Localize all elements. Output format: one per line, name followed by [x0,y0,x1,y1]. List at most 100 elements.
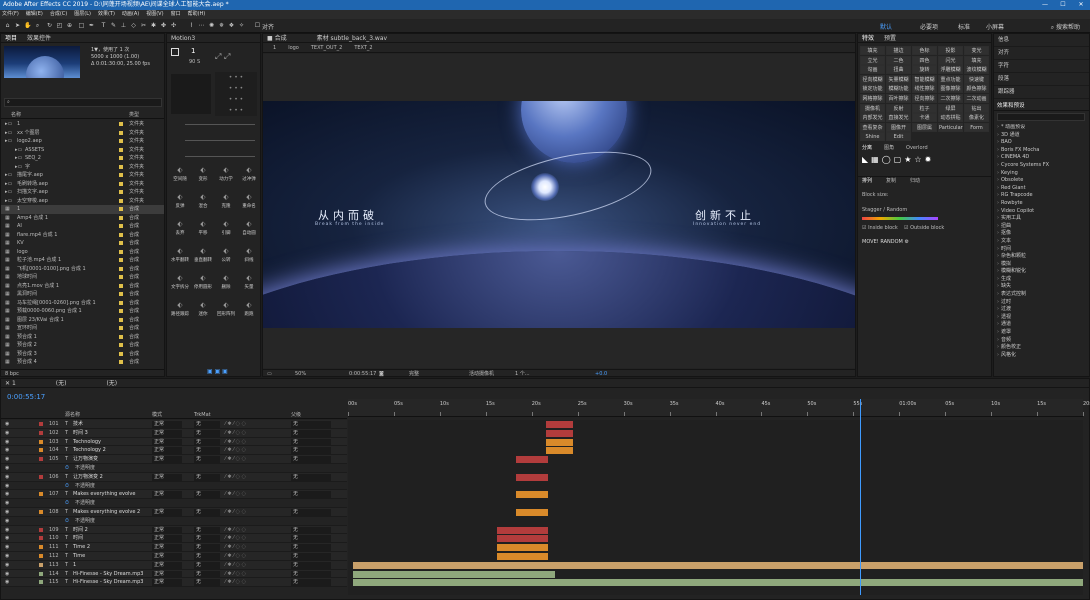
layer-duration-bar[interactable] [516,509,549,516]
label-color[interactable] [39,580,43,585]
motion-button[interactable]: ⬖ 过冲弹 [238,164,260,188]
effect-category[interactable]: 遮罩 [997,329,1087,337]
preset-button[interactable]: 反射 [886,103,911,113]
layer-row[interactable]: ◉ 110 T 时间 正常 无 ⁄ ✱ ⁄ ◌ ◌ 无 [1,534,347,544]
trkmat-select[interactable]: 无 [194,491,220,499]
mode-select[interactable]: 正常 [152,544,182,552]
trkmat-select[interactable]: 无 [194,509,220,516]
layer-name[interactable]: 时间 2 [73,526,88,535]
preset-button[interactable]: 填充 [964,55,989,65]
project-item[interactable]: ▦ 粒子池.mp4 合成 1 合成 [1,256,164,265]
bpc-label[interactable]: 8 bpc [5,371,19,377]
layer-row[interactable]: ◉ 108 T Makes everything evolve 2 正常 无 ⁄ ✱ ⁄ ◌… [1,508,347,517]
project-item[interactable]: ▸▭ xx 个图层 文件夹 [1,129,164,138]
home-icon[interactable]: ⌂ [4,22,11,29]
layer-row[interactable]: ◉ 109 T 时间 2 正常 无 ⁄ ✱ ⁄ ◌ ◌ 无 [1,525,347,535]
preset-button[interactable]: 百叶擦除 [886,94,911,103]
visibility-icon[interactable]: ◉ [5,446,9,455]
hand-tool-icon[interactable]: ✋ [24,22,31,29]
preset-button[interactable]: 填充 [860,46,885,55]
project-item[interactable]: ▸▭ 太空穿梭.aep 文件夹 [1,197,164,206]
tab-effect-controls[interactable]: 效果控件 [27,34,51,42]
label-color[interactable] [119,181,123,186]
visibility-icon[interactable]: ◉ [5,464,9,473]
visibility-icon[interactable]: ◉ [5,561,9,570]
project-item[interactable]: ▸▭ 1 文件夹 [1,120,164,129]
stopwatch-icon[interactable]: ⏱ [65,517,69,526]
preset-button[interactable]: 重点功能 [938,74,963,84]
parent-select[interactable]: 无 [291,438,331,446]
effect-category[interactable]: 抠像 [997,230,1087,238]
preset-button[interactable]: 描边 [886,46,911,55]
stopwatch-icon[interactable]: ⏱ [65,464,69,473]
label-color[interactable] [39,554,43,558]
layer-row[interactable]: ◉ 104 T Technology 2 正常 无 ⁄ ✱ ⁄ ◌ ◌ 无 [1,446,347,456]
label-color[interactable] [119,258,123,262]
label-color[interactable] [39,510,43,514]
trkmat-select[interactable]: 无 [194,438,220,446]
playhead[interactable] [859,399,861,595]
preset-button[interactable]: 矢量模糊 [886,74,911,84]
project-item[interactable]: ▦ 图层 23/KVai 合成 1 合成 [1,316,164,325]
snap-checkbox[interactable]: ☐ [254,22,261,29]
motion-tab[interactable]: Motion3 [167,34,260,43]
label-color[interactable] [39,448,43,453]
menu-item[interactable]: 图层(L) [74,10,91,19]
property-row[interactable]: ◉ ⏱ 不透明度 [1,499,347,508]
layer-name[interactable]: Technology [73,438,101,447]
motion-button[interactable]: ⬖ 迷你 [192,299,214,323]
effect-category[interactable]: 模糊和锐化 [997,268,1087,276]
motion-slider-3[interactable] [185,156,255,157]
preset-button[interactable]: 径向擦除 [912,94,937,103]
preset-button[interactable]: 投影 [938,46,963,55]
layer-name[interactable]: Hi-Finesse - Sky Dream.mp3 [73,570,143,579]
project-item[interactable]: ▦ 1 合成 [1,205,164,214]
mode-select[interactable]: 正常 [152,456,182,464]
layer-row[interactable]: ◉ 102 T 时间 3 正常 无 ⁄ ✱ ⁄ ◌ ◌ 无 [1,428,347,438]
motion-button[interactable]: ⬖ 克隆 [215,191,237,215]
label-color[interactable] [119,139,123,143]
resize-icon[interactable]: ⤢ ⤢ [215,52,230,62]
motion-slider-1[interactable] [185,124,255,125]
visibility-icon[interactable]: ◉ [5,534,9,543]
motion-button[interactable]: ⬖ 平移 [192,218,214,242]
motion-color-swatch[interactable] [171,48,179,56]
visibility-icon[interactable]: ◉ [5,543,9,552]
preset-button[interactable]: 二次擦除 [938,94,963,103]
motion-button[interactable]: ⬖ 垂直翻转 [192,245,214,269]
visibility-icon[interactable]: ◉ [5,570,9,579]
layer-row[interactable]: ◉ 115 T Hi-Finesse - Sky Dream.mp3 正常 无 ⁄ ✱ ⁄ … [1,578,347,588]
trkmat-select[interactable]: 无 [194,544,220,552]
switches-icon[interactable]: ⁄ ✱ ⁄ ◌ ◌ [225,455,246,464]
timeline-tracks[interactable] [348,420,1083,595]
layer-row[interactable]: ◉ 106 T 让万物演变 2 正常 无 ⁄ ✱ ⁄ ◌ ◌ 无 [1,472,347,482]
mode-select[interactable]: 正常 [152,429,182,437]
property-row[interactable]: ◉ ⏱ 不透明度 [1,481,347,491]
project-item[interactable]: ▦ KV 合成 [1,239,164,248]
color-ramp[interactable] [862,217,938,220]
label-color[interactable] [119,266,123,271]
label-color[interactable] [119,173,123,177]
magnification-icon[interactable]: ▭ [267,370,272,378]
layer-duration-bar[interactable] [516,491,549,499]
extra-tool-icon[interactable]: ✵ [218,22,225,29]
motion-footer-icons[interactable]: ▣ ▣ ▣ [207,368,228,375]
menu-item[interactable]: 视图(V) [146,10,163,19]
effect-category[interactable]: BAO [997,139,1087,147]
preset-button[interactable]: 扭曲 [886,65,911,75]
preset-button[interactable]: 网格擦除 [860,94,885,103]
layer-name[interactable]: 1 [73,561,76,570]
trkmat-select[interactable]: 无 [194,456,220,464]
outside-block-checkbox[interactable]: ☑ Outside block [904,225,944,231]
layer-duration-bar[interactable] [352,570,555,578]
project-item[interactable]: ▸▭ logo2.aep 文件夹 [1,137,164,146]
motion-button[interactable]: ⬖ 公转 [215,245,237,269]
tab-none-1[interactable]: (无) [56,379,67,387]
preset-button[interactable]: 智能模糊 [912,74,937,84]
parent-select[interactable]: 无 [291,535,331,543]
tab-comp-1[interactable]: ✕ 1 [5,379,16,387]
views-select[interactable]: 1 个... [515,370,530,378]
effect-category[interactable]: Rowbyte [997,200,1087,208]
column-mode[interactable]: 模式 [152,411,162,419]
switches-icon[interactable]: ⁄ ✱ ⁄ ◌ ◌ [225,561,246,570]
